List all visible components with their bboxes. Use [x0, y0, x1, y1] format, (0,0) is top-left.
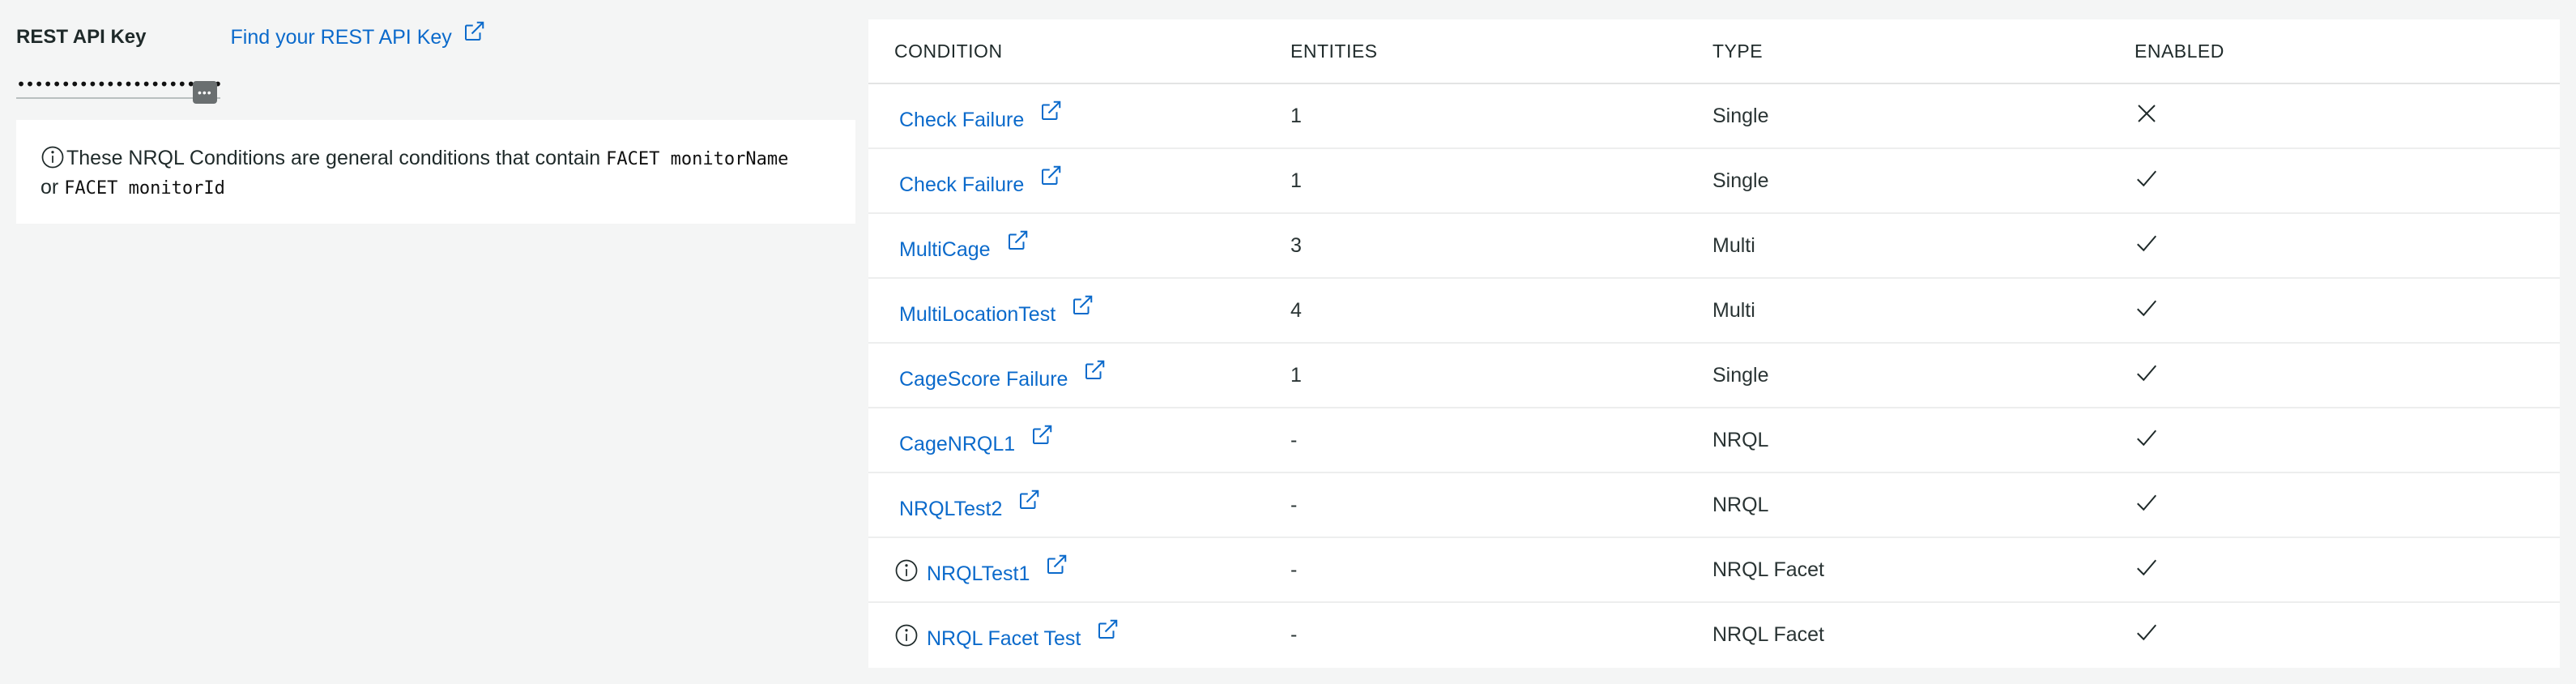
- show-key-toggle-button[interactable]: •••: [193, 81, 217, 104]
- info-text-before: These NRQL Conditions are general condit…: [66, 147, 607, 169]
- condition-link[interactable]: NRQLTest2: [899, 498, 1002, 521]
- external-link-icon[interactable]: [1039, 99, 1063, 123]
- external-link-icon[interactable]: [1095, 618, 1120, 642]
- enabled-cell: [2135, 166, 2560, 196]
- external-link-icon[interactable]: [1044, 553, 1068, 577]
- entities-cell: -: [1290, 622, 1298, 646]
- table-body: Check Failure 1 Single Check Failure 1 Single…: [868, 84, 2560, 666]
- type-cell: Single: [1712, 363, 1769, 387]
- condition-cell: CageNRQL1: [868, 425, 1290, 456]
- entities-cell: -: [1290, 493, 1298, 516]
- table-row: CageScore Failure 1 Single: [868, 344, 2560, 408]
- type-cell: NRQL Facet: [1712, 622, 1825, 646]
- find-api-key-link-text: Find your REST API Key: [230, 26, 452, 49]
- enabled-cell: [2135, 231, 2560, 261]
- table-header-row: CONDITION ENTITIES TYPE ENABLED: [868, 19, 2560, 84]
- api-key-input[interactable]: ••••••••••••••••••••••••••••••••: [16, 76, 220, 99]
- type-cell: Multi: [1712, 233, 1755, 257]
- show-key-toggle-glyph: •••: [198, 86, 212, 99]
- entities-cell: -: [1290, 558, 1298, 581]
- entities-cell: 1: [1290, 104, 1302, 127]
- type-cell: Multi: [1712, 298, 1755, 322]
- table-row: NRQL Facet Test - NRQL Facet: [868, 603, 2560, 666]
- table-row: CageNRQL1 - NRQL: [868, 408, 2560, 473]
- enabled-cell: [2135, 425, 2560, 455]
- enabled-cell: [2135, 296, 2560, 326]
- info-icon: [41, 145, 65, 169]
- external-link-icon[interactable]: [1082, 358, 1107, 383]
- entities-cell: 3: [1290, 233, 1302, 257]
- info-code-monitor-id: FACET monitorId: [64, 178, 225, 199]
- enabled-cell: [2135, 620, 2560, 650]
- table-row: MultiCage 3 Multi: [868, 214, 2560, 279]
- enabled-cell: [2135, 555, 2560, 585]
- type-cell: NRQL: [1712, 493, 1769, 516]
- enabled-cell: [2135, 101, 2560, 131]
- table-row: NRQLTest1 - NRQL Facet: [868, 538, 2560, 603]
- external-link-icon: [462, 19, 486, 44]
- condition-link[interactable]: MultiLocationTest: [899, 303, 1056, 327]
- type-cell: NRQL: [1712, 428, 1769, 451]
- check-icon: [2135, 231, 2159, 255]
- condition-link[interactable]: CageScore Failure: [899, 368, 1068, 391]
- condition-cell: Check Failure: [868, 165, 1290, 197]
- header-entities[interactable]: ENTITIES: [1290, 41, 1712, 62]
- api-key-header: REST API Key Find your REST API Key: [16, 16, 855, 52]
- conditions-table: CONDITION ENTITIES TYPE ENABLED Check Fa…: [868, 19, 2560, 668]
- close-icon: [2135, 101, 2159, 126]
- check-icon: [2135, 555, 2159, 579]
- header-type[interactable]: TYPE: [1712, 41, 2135, 62]
- type-cell: Single: [1712, 169, 1769, 192]
- table-row: MultiLocationTest 4 Multi: [868, 279, 2560, 344]
- condition-cell: MultiLocationTest: [868, 295, 1290, 327]
- type-cell: NRQL Facet: [1712, 558, 1825, 581]
- nrql-info-box: These NRQL Conditions are general condit…: [16, 120, 855, 224]
- condition-cell: NRQLTest1: [868, 554, 1290, 586]
- enabled-cell: [2135, 361, 2560, 391]
- check-icon: [2135, 490, 2159, 515]
- condition-cell: Check Failure: [868, 100, 1290, 132]
- info-code-monitor-name: FACET monitorName: [606, 149, 789, 169]
- external-link-icon[interactable]: [1039, 164, 1063, 188]
- info-icon[interactable]: [894, 623, 919, 648]
- check-icon: [2135, 425, 2159, 450]
- condition-link[interactable]: NRQL Facet Test: [927, 627, 1081, 651]
- condition-cell: NRQLTest2: [868, 489, 1290, 521]
- entities-cell: -: [1290, 428, 1298, 451]
- header-enabled[interactable]: ENABLED: [2135, 41, 2560, 62]
- condition-link[interactable]: CageNRQL1: [899, 433, 1015, 456]
- check-icon: [2135, 166, 2159, 190]
- check-icon: [2135, 361, 2159, 385]
- table-row: Check Failure 1 Single: [868, 149, 2560, 214]
- external-link-icon[interactable]: [1030, 423, 1054, 447]
- condition-cell: MultiCage: [868, 230, 1290, 262]
- api-key-label: REST API Key: [16, 26, 147, 48]
- condition-link[interactable]: MultiCage: [899, 238, 991, 262]
- enabled-cell: [2135, 490, 2560, 520]
- header-condition[interactable]: CONDITION: [868, 41, 1290, 62]
- external-link-icon[interactable]: [1070, 293, 1094, 318]
- info-icon[interactable]: [894, 558, 919, 583]
- condition-cell: CageScore Failure: [868, 360, 1290, 391]
- type-cell: Single: [1712, 104, 1769, 127]
- condition-link[interactable]: Check Failure: [899, 109, 1024, 132]
- external-link-icon[interactable]: [1005, 229, 1030, 253]
- condition-link[interactable]: NRQLTest1: [927, 562, 1030, 586]
- table-row: NRQLTest2 - NRQL: [868, 473, 2560, 538]
- info-text-middle: or: [41, 176, 65, 199]
- entities-cell: 1: [1290, 169, 1302, 192]
- entities-cell: 4: [1290, 298, 1302, 322]
- check-icon: [2135, 620, 2159, 644]
- condition-link[interactable]: Check Failure: [899, 173, 1024, 197]
- table-row: Check Failure 1 Single: [868, 84, 2560, 149]
- find-api-key-link[interactable]: Find your REST API Key: [230, 21, 486, 49]
- condition-cell: NRQL Facet Test: [868, 619, 1290, 651]
- entities-cell: 1: [1290, 363, 1302, 387]
- check-icon: [2135, 296, 2159, 320]
- external-link-icon[interactable]: [1017, 488, 1041, 512]
- api-key-panel: REST API Key Find your REST API Key ••••…: [16, 16, 855, 224]
